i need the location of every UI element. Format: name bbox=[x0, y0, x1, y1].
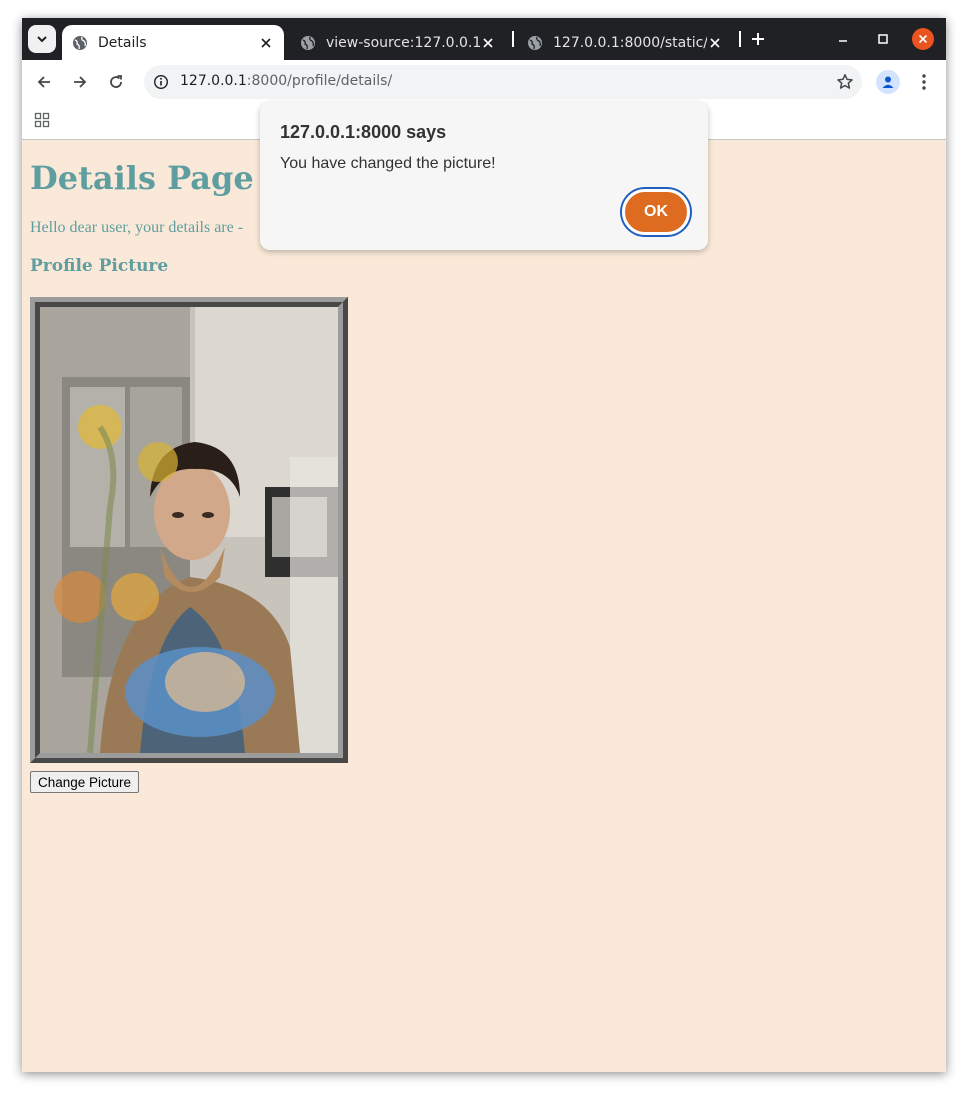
page-content: Details Page Hello dear user, your detai… bbox=[22, 140, 946, 1072]
chevron-down-icon bbox=[37, 36, 47, 43]
close-window-button[interactable] bbox=[912, 28, 934, 50]
arrow-right-icon bbox=[74, 76, 87, 88]
minimize-button[interactable] bbox=[832, 28, 854, 50]
url-text: 127.0.0.1:8000/profile/details/ bbox=[180, 73, 392, 89]
alert-dialog: 127.0.0.1:8000 says You have changed the… bbox=[260, 102, 708, 250]
maximize-button[interactable] bbox=[872, 28, 894, 50]
profile-picture-heading: Profile Picture bbox=[30, 256, 169, 276]
close-icon bbox=[918, 34, 928, 44]
tab-separator bbox=[512, 31, 514, 47]
reload-icon bbox=[110, 75, 122, 88]
tab-strip: Details view-source:127.0.0.1:8 127.0.0.… bbox=[22, 18, 946, 60]
profile-photo-image bbox=[40, 307, 338, 753]
close-tab-icon[interactable] bbox=[707, 35, 723, 51]
new-tab-button[interactable] bbox=[748, 29, 768, 49]
close-tab-icon[interactable] bbox=[480, 35, 496, 51]
profile-button[interactable] bbox=[876, 70, 900, 94]
tab-separator bbox=[739, 31, 741, 47]
tab-view-source[interactable]: view-source:127.0.0.1:8 bbox=[290, 25, 506, 60]
site-info-icon[interactable] bbox=[150, 71, 172, 93]
browser-toolbar: 127.0.0.1:8000/profile/details/ bbox=[22, 60, 946, 104]
kebab-menu-icon bbox=[922, 74, 926, 90]
change-picture-button[interactable]: Change Picture bbox=[30, 771, 140, 793]
apps-grid-icon[interactable] bbox=[34, 112, 50, 128]
tab-title: 127.0.0.1:8000/static/C bbox=[553, 34, 707, 51]
arrow-left-icon bbox=[37, 76, 50, 88]
close-tab-icon[interactable] bbox=[258, 35, 274, 51]
tab-search-button[interactable] bbox=[28, 25, 56, 53]
back-button[interactable] bbox=[31, 69, 57, 95]
minimize-icon bbox=[839, 40, 847, 42]
address-bar[interactable]: 127.0.0.1:8000/profile/details/ bbox=[144, 65, 862, 99]
ok-button[interactable]: OK bbox=[622, 189, 690, 235]
reload-button[interactable] bbox=[103, 69, 129, 95]
bookmark-star-icon[interactable] bbox=[834, 71, 856, 93]
url-path: :8000/profile/details/ bbox=[246, 73, 393, 89]
profile-picture bbox=[30, 297, 348, 763]
browser-window: Details view-source:127.0.0.1:8 127.0.0.… bbox=[22, 18, 946, 1072]
tab-title: view-source:127.0.0.1:8 bbox=[326, 34, 480, 51]
tab-details[interactable]: Details bbox=[62, 25, 284, 60]
globe-icon bbox=[73, 35, 87, 50]
tab-static[interactable]: 127.0.0.1:8000/static/C bbox=[517, 25, 733, 60]
dialog-title: 127.0.0.1:8000 says bbox=[280, 122, 447, 142]
globe-icon bbox=[528, 35, 542, 50]
page-title: Details Page bbox=[30, 159, 254, 197]
person-icon bbox=[882, 76, 894, 88]
plus-icon bbox=[752, 33, 764, 45]
tab-title: Details bbox=[98, 34, 147, 51]
dialog-message: You have changed the picture! bbox=[280, 155, 496, 172]
forward-button[interactable] bbox=[67, 69, 93, 95]
globe-icon bbox=[301, 35, 315, 50]
maximize-icon bbox=[878, 34, 888, 44]
greeting-text: Hello dear user, your details are - bbox=[30, 219, 244, 236]
url-host: 127.0.0.1 bbox=[180, 73, 247, 89]
chrome-menu-button[interactable] bbox=[912, 70, 936, 94]
